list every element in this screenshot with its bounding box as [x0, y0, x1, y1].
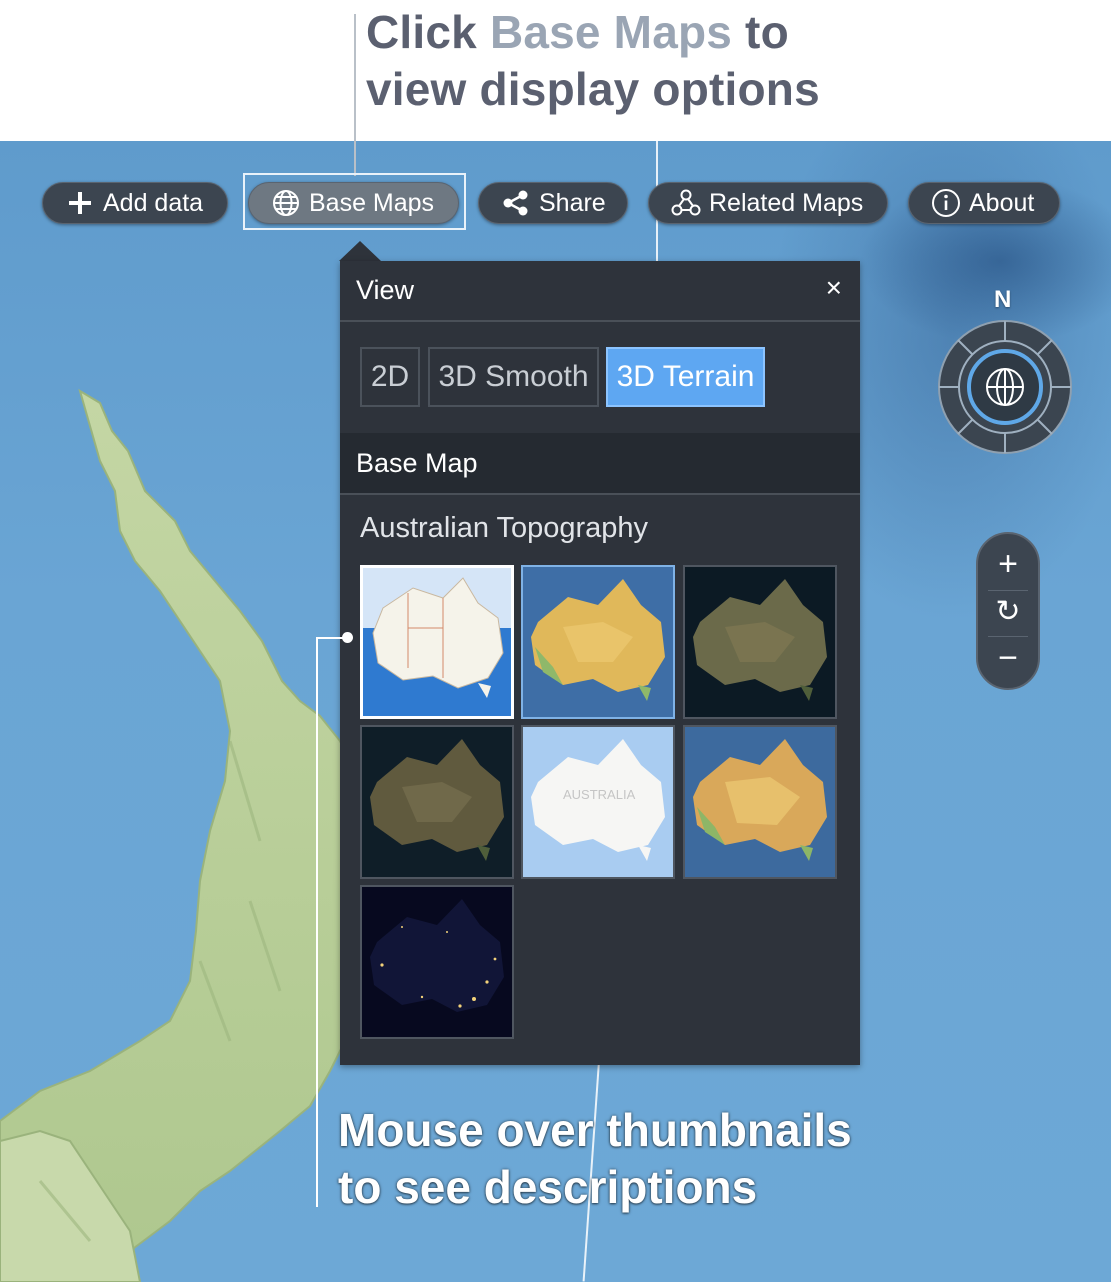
close-icon[interactable]: × [826, 273, 842, 303]
top-caption-line2: view display options [366, 63, 820, 115]
top-caption-line1: Click Base Maps to [366, 4, 820, 61]
top-caption-highlight: Base Maps [489, 6, 733, 58]
view-title: View [356, 275, 415, 305]
group-label: Australian Topography [360, 512, 649, 544]
base-maps-highlight [243, 173, 466, 230]
plus-icon [65, 188, 95, 218]
zoom-control: + ↻ − [976, 532, 1040, 690]
reset-view-button[interactable]: ↻ [978, 592, 1038, 632]
zoom-in-button[interactable]: + [978, 544, 1038, 584]
top-caption-suffix: to [732, 6, 789, 58]
zoom-divider [988, 590, 1028, 591]
share-icon [501, 188, 531, 218]
about-label: About [969, 188, 1035, 217]
related-maps-button[interactable]: Related Maps [648, 182, 888, 224]
bottom-caption-line1: Mouse over thumbnails [338, 1104, 852, 1156]
related-maps-icon [671, 188, 701, 218]
share-button[interactable]: Share [478, 182, 628, 224]
view-header: View × [340, 261, 860, 322]
compass-north-label: N [994, 286, 1012, 313]
about-button[interactable]: About [908, 182, 1060, 224]
view-mode-3d-terrain-button[interactable]: 3D Terrain [606, 347, 765, 407]
compass[interactable] [936, 318, 1074, 456]
zoom-out-button[interactable]: − [978, 638, 1038, 678]
thumbnail-pointer-dot [342, 632, 353, 643]
view-mode-3d-smooth-button[interactable]: 3D Smooth [428, 347, 599, 407]
top-caption: Click Base Maps to view display options [366, 4, 820, 118]
base-map-title: Base Map [356, 448, 478, 478]
panel-caret [339, 241, 381, 261]
add-data-button[interactable]: Add data [42, 182, 228, 224]
australia-map-text: AUSTRALIA [563, 787, 636, 802]
related-maps-label: Related Maps [709, 188, 864, 217]
share-label: Share [539, 188, 606, 217]
street-map-thumbnail[interactable]: AUSTRALIA [521, 725, 675, 879]
caption-pointer-line [354, 14, 356, 176]
view-mode-2d-button[interactable]: 2D [360, 347, 420, 407]
globe-icon [986, 368, 1024, 406]
terrain-colour-thumbnail[interactable] [683, 725, 837, 879]
zoom-divider [988, 636, 1028, 637]
base-map-header: Base Map [340, 433, 860, 495]
satellite-dark-thumbnail[interactable] [360, 725, 514, 879]
bottom-caption-line2: to see descriptions [338, 1161, 758, 1213]
thumbnail-pointer-line [316, 637, 318, 1207]
base-maps-panel: View × 2D 3D Smooth 3D Terrain Base Map … [340, 261, 860, 1065]
night-lights-thumbnail[interactable] [360, 885, 514, 1039]
top-caption-prefix: Click [366, 6, 490, 58]
bottom-caption: Mouse over thumbnails to see description… [338, 1102, 852, 1216]
satellite-imagery-thumbnail[interactable] [683, 565, 837, 719]
info-icon [931, 188, 961, 218]
add-data-label: Add data [103, 188, 204, 217]
topographic-map-thumbnail[interactable] [360, 565, 514, 719]
terrain-relief-thumbnail[interactable] [521, 565, 675, 719]
